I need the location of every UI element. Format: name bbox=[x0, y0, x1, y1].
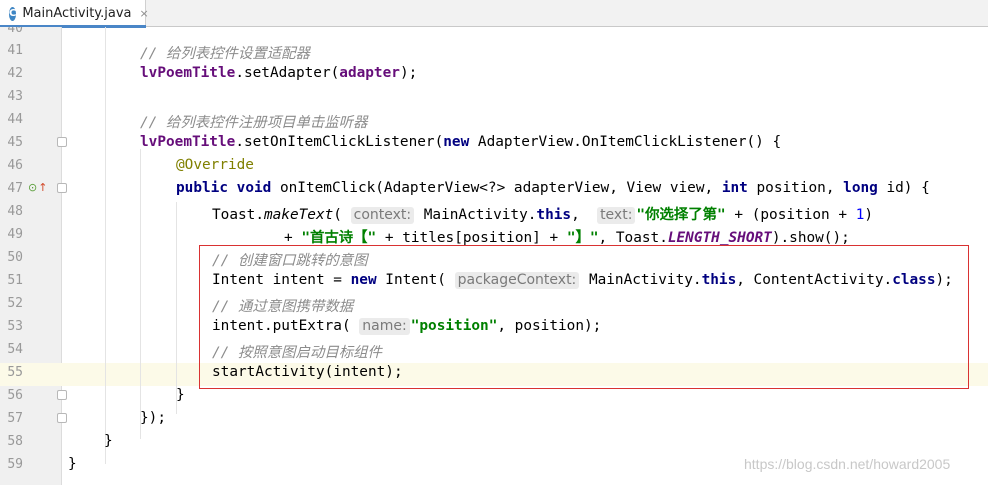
code-text: // 给列表控件设置适配器 bbox=[140, 42, 310, 63]
line-number: 46 bbox=[7, 158, 23, 173]
constant: LENGTH_SHORT bbox=[667, 230, 772, 246]
string-literal: "】" bbox=[566, 230, 599, 246]
line-number: 41 bbox=[7, 43, 23, 58]
comment: // 给列表控件注册项目单击监听器 bbox=[140, 115, 368, 131]
code-text: lvPoemTitle.setAdapter(adapter); bbox=[140, 65, 417, 81]
code-text: } bbox=[176, 387, 185, 403]
code-token: ); bbox=[399, 65, 418, 81]
highlight-box bbox=[199, 245, 969, 389]
string-literal: "你选择了第" bbox=[636, 207, 726, 223]
arrow-up-icon[interactable]: ↑ bbox=[38, 181, 47, 194]
close-icon[interactable]: × bbox=[140, 7, 149, 20]
code-token: + titles[position] + bbox=[376, 230, 567, 246]
line-number: 53 bbox=[7, 319, 23, 334]
line-number: 52 bbox=[7, 296, 23, 311]
code-text: // 给列表控件注册项目单击监听器 bbox=[140, 111, 367, 132]
code-token: , bbox=[571, 207, 598, 223]
fold-toggle-icon[interactable] bbox=[57, 137, 67, 147]
line-number: 58 bbox=[7, 434, 23, 449]
keyword: this bbox=[536, 207, 572, 223]
comment: // 给列表控件设置适配器 bbox=[140, 46, 310, 62]
keyword: public bbox=[176, 180, 228, 196]
gutter-markers[interactable]: ⊙↑ bbox=[28, 181, 47, 194]
code-token: id) { bbox=[877, 180, 930, 196]
keyword: int bbox=[721, 180, 748, 196]
line-number: 59 bbox=[7, 457, 23, 472]
code-line-46[interactable]: 46 @Override bbox=[0, 154, 988, 177]
override-icon[interactable]: ⊙ bbox=[28, 181, 37, 194]
line-number: 49 bbox=[7, 227, 23, 242]
code-token: position, bbox=[747, 180, 844, 196]
code-text: Toast.makeText( context: MainActivity.th… bbox=[212, 203, 873, 224]
tab-main-activity[interactable]: C MainActivity.java × bbox=[0, 0, 149, 28]
code-line-48[interactable]: 48 Toast.makeText( context: MainActivity… bbox=[0, 200, 988, 224]
code-token: + bbox=[284, 230, 302, 246]
code-text: @Override bbox=[176, 157, 254, 173]
java-class-icon: C bbox=[9, 6, 17, 21]
line-number: 56 bbox=[7, 388, 23, 403]
field-ref: lvPoemTitle bbox=[140, 65, 236, 81]
code-line-44[interactable]: 44 // 给列表控件注册项目单击监听器 bbox=[0, 108, 988, 131]
line-number: 54 bbox=[7, 342, 23, 357]
code-token: ) bbox=[864, 207, 874, 223]
line-number: 42 bbox=[7, 66, 23, 81]
parameter-hint: context: bbox=[350, 207, 415, 224]
code-token: } bbox=[176, 387, 185, 403]
code-token: + (position + bbox=[725, 207, 856, 223]
code-token: Toast. bbox=[212, 207, 264, 223]
code-token: .setAdapter( bbox=[235, 65, 340, 81]
line-number: 47 bbox=[7, 181, 23, 196]
line-number: 44 bbox=[7, 112, 23, 127]
code-token: MainActivity. bbox=[415, 207, 537, 223]
line-number: 48 bbox=[7, 204, 23, 219]
tab-label: MainActivity.java bbox=[22, 6, 132, 21]
field-ref: lvPoemTitle bbox=[140, 134, 236, 150]
code-token: }); bbox=[140, 410, 166, 426]
line-number: 45 bbox=[7, 135, 23, 150]
code-line-42[interactable]: 42 lvPoemTitle.setAdapter(adapter); bbox=[0, 62, 988, 85]
fold-toggle-icon[interactable] bbox=[57, 413, 67, 423]
watermark: https://blog.csdn.net/howard2005 bbox=[744, 456, 951, 472]
line-number: 55 bbox=[7, 365, 23, 380]
code-token: } bbox=[68, 456, 77, 472]
code-line-45[interactable]: 45 lvPoemTitle.setOnItemClickListener(ne… bbox=[0, 131, 988, 154]
line-number: 57 bbox=[7, 411, 23, 426]
code-line-57[interactable]: 57 }); bbox=[0, 407, 988, 430]
field-ref: adapter bbox=[339, 65, 400, 81]
keyword: void bbox=[236, 180, 272, 196]
code-line-43[interactable]: 43 bbox=[0, 85, 988, 108]
fold-toggle-icon[interactable] bbox=[57, 390, 67, 400]
code-text: }); bbox=[140, 410, 166, 426]
line-number: 43 bbox=[7, 89, 23, 104]
annotation: @Override bbox=[176, 157, 254, 173]
code-text: + "首古诗【" + titles[position] + "】", Toast… bbox=[284, 226, 850, 247]
code-token: ).show(); bbox=[771, 230, 850, 246]
code-token: AdapterView.OnItemClickListener() { bbox=[469, 134, 782, 150]
code-token: ( bbox=[333, 207, 351, 223]
code-token: .setOnItemClickListener( bbox=[235, 134, 444, 150]
string-literal: "首古诗【" bbox=[301, 230, 377, 246]
code-line-49[interactable]: 49 + "首古诗【" + titles[position] + "】", To… bbox=[0, 223, 988, 246]
code-line-47[interactable]: 47 ⊙↑ public void onItemClick(AdapterVie… bbox=[0, 177, 988, 200]
fold-toggle-icon[interactable] bbox=[57, 183, 67, 193]
keyword: long bbox=[843, 180, 878, 196]
editor-tab-bar: C MainActivity.java × bbox=[0, 0, 988, 28]
keyword: new bbox=[443, 134, 470, 150]
code-text: public void onItemClick(AdapterView<?> a… bbox=[176, 180, 930, 196]
code-line-41[interactable]: 41 // 给列表控件设置适配器 bbox=[0, 39, 988, 62]
line-number: 50 bbox=[7, 250, 23, 265]
line-number: 40 bbox=[7, 27, 23, 36]
static-method: makeText bbox=[263, 207, 334, 223]
code-text: } bbox=[68, 456, 77, 472]
code-token: onItemClick(AdapterView<?> adapterView, … bbox=[271, 180, 722, 196]
code-text: lvPoemTitle.setOnItemClickListener(new A… bbox=[140, 134, 781, 150]
code-text: } bbox=[104, 433, 113, 449]
line-number: 51 bbox=[7, 273, 23, 288]
code-token: } bbox=[104, 433, 113, 449]
code-token: , Toast. bbox=[598, 230, 668, 246]
code-line-58[interactable]: 58 } bbox=[0, 430, 988, 453]
parameter-hint: text: bbox=[597, 207, 636, 224]
